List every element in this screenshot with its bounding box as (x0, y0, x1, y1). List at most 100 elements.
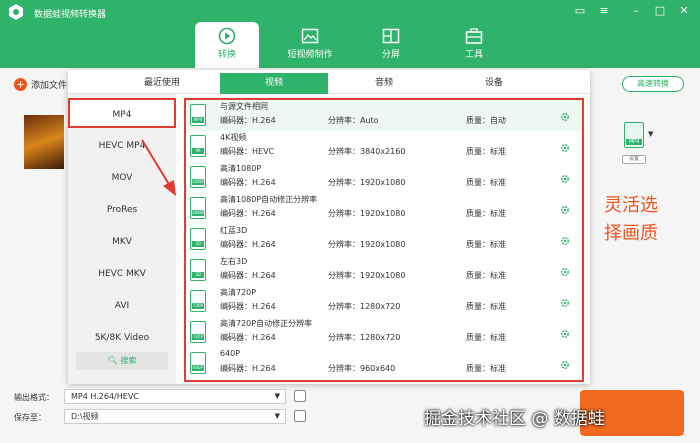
gear-icon[interactable] (560, 298, 570, 308)
tab-device[interactable]: 设备 (440, 73, 548, 94)
preset-codec: 编码器：H.264 (220, 302, 276, 311)
output-format-icon-label: MP4 (626, 139, 642, 145)
output-format-label: 输出格式： (14, 393, 54, 402)
folder-icon[interactable] (294, 410, 306, 422)
preset-row[interactable]: MP4 与源文件相同 编码器：H.264 分辨率：Auto 质量：自动 (186, 100, 582, 131)
preset-resolution: 分辨率：1920x1080 (328, 271, 406, 280)
format-item-mov[interactable]: MOV (68, 163, 176, 193)
menu-icon[interactable]: ≡ (596, 4, 612, 17)
search-icon: 🔍︎ (107, 356, 118, 365)
output-format-icon[interactable]: MP4 (624, 122, 644, 148)
toolbox-icon (465, 28, 483, 44)
nav-tab-tools[interactable]: 工具 (442, 22, 506, 68)
preset-file-icon: 1080P (190, 197, 206, 219)
add-file-button[interactable]: + 添加文件 (14, 78, 67, 91)
preset-quality: 质量：标准 (466, 302, 506, 311)
minimize-icon[interactable]: – (628, 4, 644, 17)
app-logo-icon (9, 4, 23, 20)
preset-file-icon: MP4 (190, 104, 206, 126)
feedback-icon[interactable]: ▭ (572, 4, 588, 17)
preset-resolution: 分辨率：1920x1080 (328, 240, 406, 249)
format-item-mp4[interactable]: MP4 (68, 98, 176, 128)
dialog-tabs: 最近使用 视频 音频 设备 (68, 70, 590, 94)
search-button[interactable]: 🔍︎ 搜索 (76, 352, 168, 370)
preset-quality: 质量：标准 (466, 147, 506, 156)
preset-file-icon: 4K (190, 135, 206, 157)
preset-file-icon: 640P (190, 352, 206, 374)
format-item-avi[interactable]: AVI (68, 291, 176, 321)
preset-resolution: 分辨率：1920x1080 (328, 178, 406, 187)
preset-file-icon: 3D (190, 228, 206, 250)
preset-resolution: 分辨率：Auto (328, 116, 379, 125)
output-settings-label: 设置 (628, 156, 639, 162)
output-settings-button[interactable]: 设置 (622, 155, 646, 164)
format-item-prores[interactable]: ProRes (68, 195, 176, 225)
app-title: 数据蛙视频转换器 (34, 10, 107, 20)
preset-resolution: 分辨率：1920x1080 (328, 209, 406, 218)
nav-tab-convert[interactable]: 转换 (195, 22, 259, 68)
preset-row[interactable]: 720P 高清720P自动修正分辨率 编码器：H.264 分辨率：1280x720… (186, 317, 582, 348)
gear-icon[interactable] (560, 360, 570, 370)
gear-icon[interactable] (560, 112, 570, 122)
nav-tab-short-video[interactable]: 短视频制作 (278, 22, 342, 68)
annotation-text: 灵活选择画质 (604, 195, 658, 244)
gear-icon[interactable] (560, 205, 570, 215)
preset-row[interactable]: 1080P 高清1080P 编码器：H.264 分辨率：1920x1080 质量：标… (186, 162, 582, 193)
gear-icon[interactable] (560, 174, 570, 184)
video-thumbnail[interactable] (24, 115, 64, 169)
preset-quality: 质量：标准 (466, 178, 506, 187)
preset-codec: 编码器：HEVC (220, 147, 275, 156)
search-label: 搜索 (120, 356, 137, 365)
preset-file-icon: 720P (190, 321, 206, 343)
format-item-5k8k[interactable]: 5K/8K Video (68, 323, 176, 353)
split-screen-icon (382, 28, 400, 44)
nav-tab-label: 短视频制作 (287, 50, 333, 60)
fast-convert-button[interactable]: 高速转换 (622, 76, 684, 92)
save-to-label: 保存至： (14, 413, 46, 422)
maximize-icon[interactable]: □ (652, 4, 668, 17)
format-item-mkv[interactable]: MKV (68, 227, 176, 257)
convert-icon (218, 27, 236, 45)
preset-resolution: 分辨率：1280x720 (328, 333, 401, 342)
preset-row[interactable]: 1080P 高清1080P自动修正分辨率 编码器：H.264 分辨率：1920x1… (186, 193, 582, 224)
preset-row[interactable]: 4K 4K视频 编码器：HEVC 分辨率：3840x2160 质量：标准 (186, 131, 582, 162)
format-settings-icon[interactable] (294, 390, 306, 402)
preset-row[interactable]: 3D 左右3D 编码器：H.264 分辨率：1920x1080 质量：标准 (186, 255, 582, 286)
nav-tab-split-screen[interactable]: 分屏 (359, 22, 423, 68)
preset-codec: 编码器：H.264 (220, 209, 276, 218)
preset-name: 640P (220, 349, 241, 358)
tab-video[interactable]: 视频 (220, 73, 328, 94)
save-path-select[interactable]: D:\视频 ▼ (64, 409, 286, 424)
preset-badge: 720P (192, 303, 204, 309)
preset-row[interactable]: 3D 红蓝3D 编码器：H.264 分辨率：1920x1080 质量：标准 (186, 224, 582, 255)
gear-icon[interactable] (560, 143, 570, 153)
preset-resolution: 分辨率：3840x2160 (328, 147, 406, 156)
chevron-down-icon: ▼ (274, 392, 280, 400)
add-file-label: 添加文件 (31, 81, 68, 91)
preset-name: 红蓝3D (220, 226, 248, 235)
preset-badge: 640P (192, 365, 204, 371)
format-item-hevc-mp4[interactable]: HEVC MP4 (68, 131, 176, 161)
gear-icon[interactable] (560, 329, 570, 339)
tab-audio[interactable]: 音频 (330, 73, 438, 94)
close-icon[interactable]: ✕ (676, 4, 692, 17)
preset-codec: 编码器：H.264 (220, 364, 276, 373)
output-format-select[interactable]: MP4 H.264/HEVC ▼ (64, 389, 286, 404)
preset-row[interactable]: 720P 高清720P 编码器：H.264 分辨率：1280x720 质量：标准 (186, 286, 582, 317)
preset-quality: 质量：标准 (466, 209, 506, 218)
format-item-hevc-mkv[interactable]: HEVC MKV (68, 259, 176, 289)
preset-row[interactable]: 640P 640P 编码器：H.264 分辨率：960x640 质量：标准 (186, 348, 582, 379)
gear-icon[interactable] (560, 236, 570, 246)
preset-badge: 1080P (192, 210, 205, 216)
tab-recent[interactable]: 最近使用 (108, 73, 216, 94)
chevron-down-icon[interactable]: ▼ (648, 130, 653, 138)
nav-tab-label: 分屏 (381, 50, 400, 60)
plus-icon: + (14, 78, 27, 91)
preset-name: 高清1080P (220, 164, 262, 173)
preset-name: 高清720P (220, 288, 257, 297)
title-bar: 数据蛙视频转换器 ▭ ≡ – □ ✕ 转换 短视频制作 分屏 工具 (0, 0, 700, 68)
preset-list: MP4 与源文件相同 编码器：H.264 分辨率：Auto 质量：自动 4K 4K视… (184, 98, 584, 382)
gear-icon[interactable] (560, 267, 570, 277)
preset-resolution: 分辨率：1280x720 (328, 302, 401, 311)
preset-quality: 质量：标准 (466, 364, 506, 373)
